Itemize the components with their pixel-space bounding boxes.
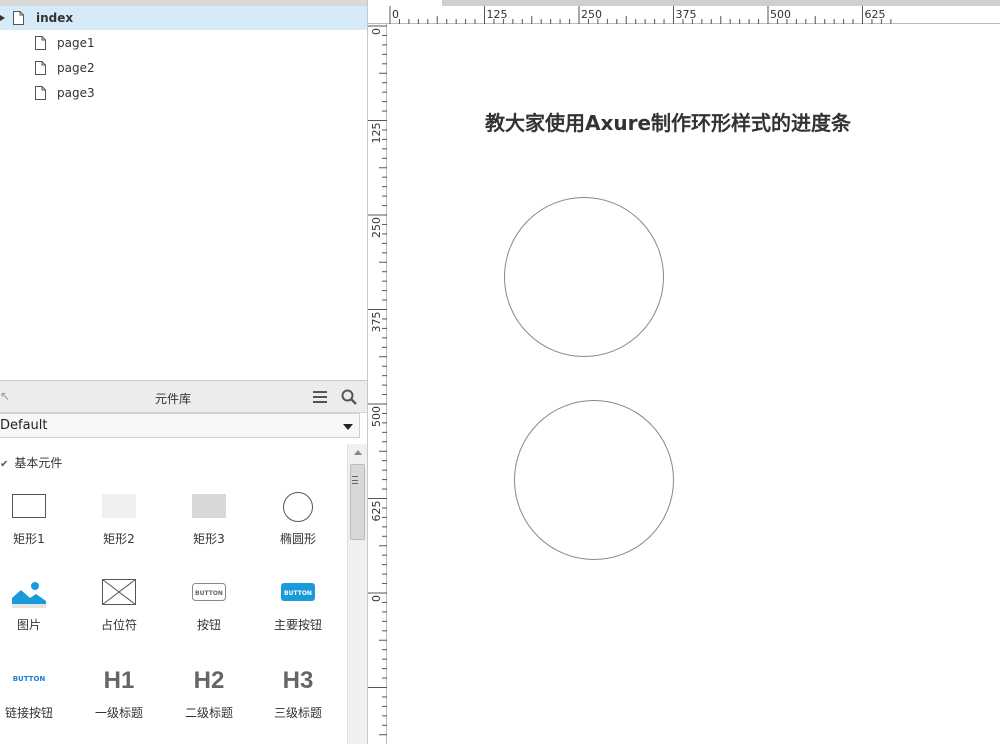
widget-rectangle3[interactable]: 矩形3 bbox=[169, 490, 249, 550]
ruler-label: 250 bbox=[581, 8, 602, 21]
widget-label: 一级标题 bbox=[94, 706, 143, 720]
page-label: page1 bbox=[57, 36, 95, 50]
widget-h2[interactable]: H2 二级标题 bbox=[169, 662, 249, 722]
ruler-left-ticks: 0 125 250 375 500 625 0 bbox=[368, 25, 387, 736]
widget-h1[interactable]: H1 一级标题 bbox=[79, 662, 159, 722]
widget-primary-button[interactable]: BUTTON 主要按钮 bbox=[258, 576, 338, 636]
library-header: ↖ 元件库 bbox=[0, 380, 367, 413]
link-button-icon: BUTTON bbox=[13, 675, 46, 683]
widget-label: 按钮 bbox=[196, 618, 221, 632]
pages-panel: index page1 page2 page3 bbox=[0, 0, 367, 380]
ellipse-icon bbox=[283, 492, 313, 522]
widget-label: 链接按钮 bbox=[4, 706, 53, 720]
library-title: 元件库 bbox=[155, 392, 192, 406]
widget-image[interactable]: 图片 bbox=[0, 576, 69, 636]
ruler-top: 0 125 250 375 500 625 bbox=[368, 0, 1000, 24]
placeholder-icon bbox=[102, 579, 136, 605]
widget-label: 矩形3 bbox=[193, 532, 225, 546]
widget-label: 二级标题 bbox=[184, 706, 233, 720]
ruler-label: 0 bbox=[392, 8, 399, 21]
h2-icon: H2 bbox=[194, 667, 225, 694]
widget-label: 图片 bbox=[16, 618, 41, 632]
page-item-page1[interactable]: page1 bbox=[0, 31, 367, 55]
svg-text:H1: H1 bbox=[104, 667, 135, 694]
svg-text:H3: H3 bbox=[283, 667, 314, 694]
ruler-label: 375 bbox=[370, 312, 383, 333]
widget-group-label: 基本元件 bbox=[14, 456, 63, 470]
widget-h3[interactable]: H3 三级标题 bbox=[258, 662, 338, 722]
library-select-value: Default bbox=[0, 418, 48, 433]
page-label: index bbox=[36, 11, 74, 25]
ruler-top-ticks: 0 125 250 375 500 625 bbox=[389, 6, 892, 24]
widget-ellipse[interactable]: 椭圆形 bbox=[258, 490, 338, 550]
checkmark-icon: ✔ bbox=[0, 459, 9, 470]
widget-label: 三级标题 bbox=[273, 706, 322, 720]
widget-label: 矩形1 bbox=[13, 532, 45, 546]
widget-rectangle2[interactable]: 矩形2 bbox=[79, 490, 159, 550]
page-item-page2[interactable]: page2 bbox=[0, 56, 367, 80]
ruler-label: 125 bbox=[370, 123, 383, 144]
page-doc-icon bbox=[35, 61, 46, 75]
ruler-label: 625 bbox=[865, 8, 886, 21]
ruler-label: 500 bbox=[770, 8, 791, 21]
canvas-title-text[interactable]: 教大家使用Axure制作环形样式的进度条 bbox=[485, 107, 851, 136]
ruler-label: 375 bbox=[676, 8, 697, 21]
ellipse-shape[interactable] bbox=[504, 197, 664, 357]
page-doc-icon bbox=[13, 11, 24, 25]
primary-button-icon: BUTTON bbox=[281, 583, 315, 601]
left-panel: index page1 page2 page3 ↖ 元件库 Default ✔ 基… bbox=[0, 0, 368, 744]
page-label: page2 bbox=[57, 61, 95, 75]
svg-text:BUTTON: BUTTON bbox=[195, 590, 223, 597]
widget-label: 主要按钮 bbox=[273, 618, 322, 632]
ruler-label: 0 bbox=[370, 28, 383, 35]
scroll-up-arrow-icon[interactable] bbox=[354, 450, 362, 455]
library-scrollbar[interactable] bbox=[347, 444, 367, 744]
svg-text:H2: H2 bbox=[194, 667, 225, 694]
rectangle-light-icon bbox=[102, 494, 136, 518]
collapse-panel-icon[interactable]: ↖ bbox=[0, 389, 10, 403]
widget-placeholder[interactable]: 占位符 bbox=[79, 576, 159, 636]
svg-text:BUTTON: BUTTON bbox=[284, 590, 312, 597]
widget-label: 椭圆形 bbox=[279, 532, 316, 546]
library-select[interactable]: Default bbox=[0, 413, 360, 438]
widget-button[interactable]: BUTTON 按钮 bbox=[169, 576, 249, 636]
svg-text:BUTTON: BUTTON bbox=[13, 675, 46, 683]
page-doc-icon bbox=[35, 36, 46, 50]
widget-label: 占位符 bbox=[100, 618, 137, 632]
library-widgets: ✔ 基本元件 矩形1 矩形2 矩形3 椭圆形 图片 占位符 BUTTON 按钮 … bbox=[0, 444, 347, 744]
h3-icon: H3 bbox=[283, 667, 314, 694]
widget-group-header[interactable]: ✔ 基本元件 bbox=[0, 454, 62, 471]
ruler-label: 250 bbox=[370, 217, 383, 238]
menu-icon[interactable] bbox=[313, 391, 327, 403]
scrollbar-grip-icon bbox=[352, 476, 358, 484]
ruler-label: 500 bbox=[370, 406, 383, 427]
rectangle-gray-icon bbox=[192, 494, 226, 518]
collapse-arrow-icon[interactable] bbox=[0, 13, 6, 23]
ruler-label: 0 bbox=[370, 595, 383, 602]
ruler-label: 125 bbox=[487, 8, 508, 21]
page-item-index[interactable]: index bbox=[0, 6, 367, 30]
page-doc-icon bbox=[35, 86, 46, 100]
button-icon: BUTTON bbox=[192, 583, 226, 601]
ruler-label: 625 bbox=[370, 501, 383, 522]
widget-rectangle1[interactable]: 矩形1 bbox=[0, 490, 69, 550]
widget-link-button[interactable]: BUTTON 链接按钮 bbox=[0, 662, 69, 722]
chevron-down-icon bbox=[343, 424, 353, 430]
ellipse-shape[interactable] bbox=[514, 400, 674, 560]
rectangle-outline-icon bbox=[12, 494, 46, 518]
page-label: page3 bbox=[57, 86, 95, 100]
ruler-left: 0 125 250 375 500 625 0 bbox=[368, 24, 387, 744]
search-icon[interactable] bbox=[341, 389, 357, 405]
image-icon bbox=[12, 578, 46, 608]
design-canvas[interactable]: 教大家使用Axure制作环形样式的进度条 bbox=[388, 25, 1000, 744]
page-item-page3[interactable]: page3 bbox=[0, 81, 367, 105]
widget-label: 矩形2 bbox=[103, 532, 135, 546]
h1-icon: H1 bbox=[104, 667, 135, 694]
